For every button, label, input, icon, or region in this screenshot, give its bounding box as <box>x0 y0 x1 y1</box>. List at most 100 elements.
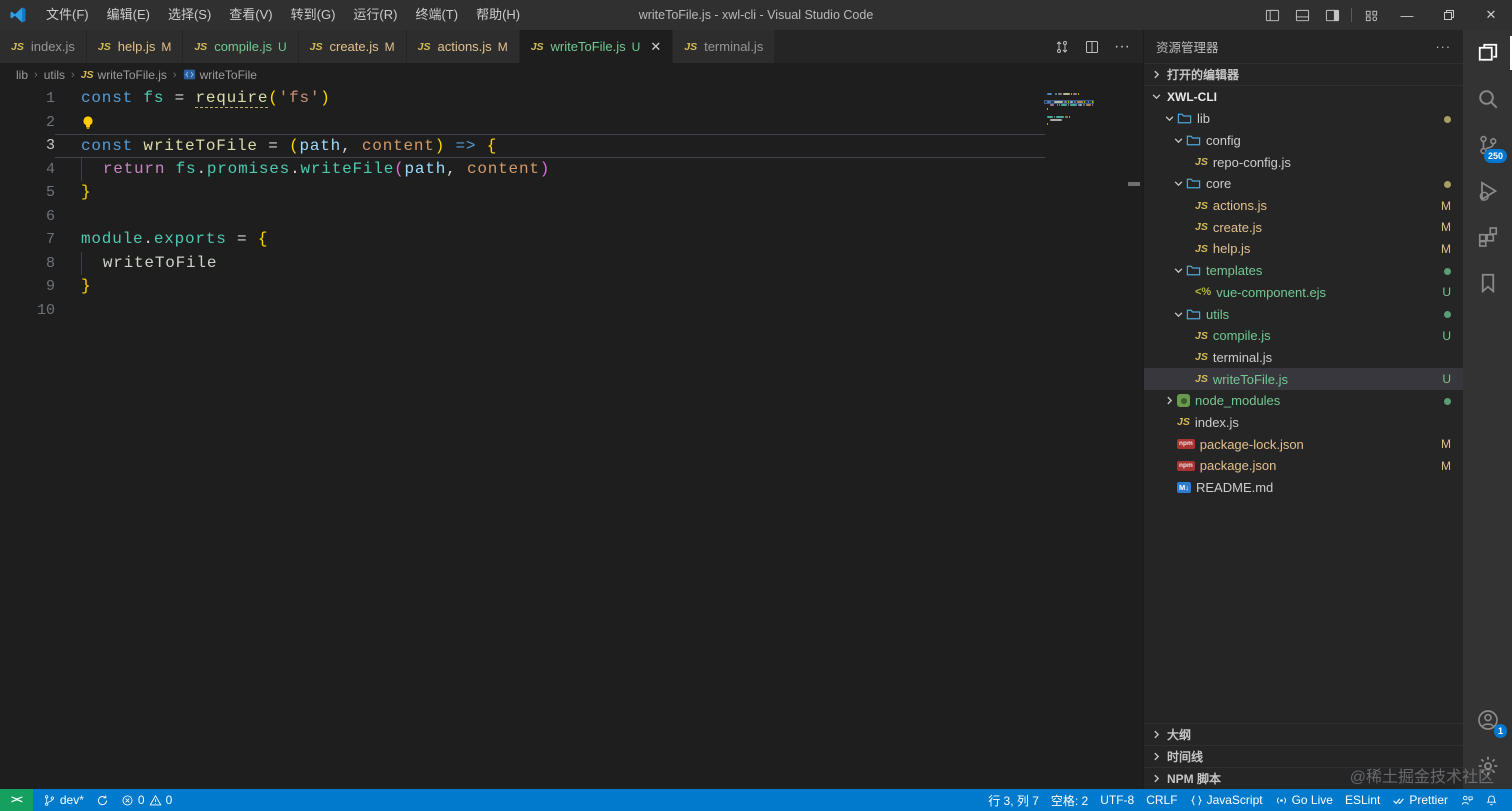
menu-item[interactable]: 文件(F) <box>37 0 98 30</box>
editor-tab[interactable]: JS terminal.js <box>673 30 776 63</box>
tree-item-label: README.md <box>1196 480 1274 496</box>
minimap-segment <box>1068 100 1069 103</box>
editor-tab[interactable]: JS compile.js U <box>183 30 299 63</box>
editor-tab[interactable]: JS help.js M <box>86 30 184 63</box>
search-icon[interactable] <box>1463 76 1512 122</box>
javascript-file-icon: JS <box>309 40 323 53</box>
breadcrumb-folder[interactable]: lib <box>16 68 28 82</box>
code-line[interactable]: 6 <box>0 205 1143 229</box>
minimize-button[interactable]: — <box>1386 0 1428 30</box>
menu-item[interactable]: 转到(G) <box>282 0 345 30</box>
code-line[interactable]: 4 return fs.promises.writeFile(path, con… <box>0 157 1143 181</box>
editor-tab[interactable]: JS create.js M <box>298 30 407 63</box>
section-大纲[interactable]: 大纲 <box>1144 723 1463 745</box>
status-error-icon[interactable]: 00 <box>115 789 178 811</box>
remote-indicator[interactable]: >< <box>0 789 33 811</box>
project-root-row[interactable]: XWL-CLI <box>1144 85 1463 107</box>
status-feedback-icon[interactable] <box>1454 789 1479 811</box>
open-editors-section[interactable]: 打开的编辑器 <box>1144 63 1463 85</box>
extensions-icon[interactable] <box>1463 214 1512 260</box>
section-label: 时间线 <box>1167 750 1204 764</box>
code-line[interactable]: 1 const fs = require('fs') <box>0 87 1143 111</box>
customize-layout-icon[interactable] <box>1356 0 1386 30</box>
tree-row-helpjs[interactable]: JS help.js M <box>1144 238 1463 260</box>
tree-row-packagejson[interactable]: npm package.json M <box>1144 455 1463 477</box>
bookmarks-icon[interactable] <box>1463 260 1512 306</box>
settings-gear-icon[interactable] <box>1463 743 1512 789</box>
breadcrumb-folder[interactable]: utils <box>44 68 65 82</box>
status-branch-icon[interactable]: dev* <box>37 789 90 811</box>
editor-tab[interactable]: JS actions.js M <box>406 30 520 63</box>
account-icon[interactable]: 1 <box>1463 697 1512 743</box>
breadcrumb-file[interactable]: JS writeToFile.js <box>81 68 167 82</box>
code-token: , <box>446 159 467 178</box>
close-tab-icon[interactable]: ✕ <box>650 39 661 55</box>
editor-tab[interactable]: JS index.js <box>0 30 87 63</box>
status-golive[interactable]: Go Live <box>1269 789 1339 811</box>
status-javascript[interactable]: JavaScript <box>1184 789 1269 811</box>
close-button[interactable]: ✕ <box>1470 0 1512 30</box>
status-crlf[interactable]: CRLF <box>1140 789 1183 811</box>
menu-item[interactable]: 终端(T) <box>406 0 467 30</box>
tree-row-createjs[interactable]: JS create.js M <box>1144 216 1463 238</box>
layout-panel-icon[interactable] <box>1287 0 1317 30</box>
status-eslint[interactable]: ESLint <box>1339 789 1386 811</box>
status-bell-icon[interactable] <box>1479 789 1504 811</box>
section-时间线[interactable]: 时间线 <box>1144 745 1463 767</box>
code-line[interactable]: 5} <box>0 181 1143 205</box>
menu-item[interactable]: 选择(S) <box>159 0 220 30</box>
section-NPM 脚本[interactable]: NPM 脚本 <box>1144 767 1463 789</box>
more-actions-icon[interactable]: ··· <box>1109 34 1135 60</box>
tree-row-lib[interactable]: lib <box>1144 108 1463 130</box>
tree-row-vue-componentejs[interactable]: <% vue-component.ejs U <box>1144 282 1463 304</box>
code-line[interactable]: 10 <box>0 299 1143 323</box>
code-line[interactable]: 3 const writeToFile = (path, content) => … <box>0 134 1143 158</box>
run-debug-icon[interactable] <box>1463 168 1512 214</box>
layout-sidebar-right-icon[interactable] <box>1317 0 1347 30</box>
restore-button[interactable] <box>1428 0 1470 30</box>
explorer-icon[interactable] <box>1463 30 1512 76</box>
status-prettier[interactable]: Prettier <box>1386 789 1454 811</box>
split-editor-icon[interactable] <box>1079 34 1105 60</box>
code-line[interactable]: 2 <box>0 111 1143 135</box>
tree-row-READMEmd[interactable]: M↓ README.md <box>1144 477 1463 499</box>
tree-row-config[interactable]: config <box>1144 130 1463 152</box>
menu-item[interactable]: 查看(V) <box>220 0 281 30</box>
tree-row-compilejs[interactable]: JS compile.js U <box>1144 325 1463 347</box>
minimap-segment <box>1055 93 1058 95</box>
tree-row-package-lockjson[interactable]: npm package-lock.json M <box>1144 433 1463 455</box>
tree-row-terminaljs[interactable]: JS terminal.js <box>1144 347 1463 369</box>
tree-row-indexjs[interactable]: JS index.js <box>1144 412 1463 434</box>
lightbulb-icon[interactable] <box>81 115 96 130</box>
status-2[interactable]: 空格: 2 <box>1045 789 1094 811</box>
editor-tab[interactable]: JS writeToFile.js U ✕ <box>519 30 674 63</box>
minimap-segment <box>1079 104 1083 107</box>
breadcrumb-file-label: writeToFile.js <box>97 67 167 82</box>
status-sync-icon[interactable] <box>90 789 115 811</box>
menu-item[interactable]: 帮助(H) <box>467 0 529 30</box>
source-control-icon[interactable]: 250 <box>1463 122 1512 168</box>
menu-item[interactable]: 运行(R) <box>344 0 406 30</box>
tree-row-utils[interactable]: utils <box>1144 303 1463 325</box>
status-utf8[interactable]: UTF-8 <box>1094 789 1140 811</box>
menu-item[interactable]: 编辑(E) <box>98 0 159 30</box>
tree-row-core[interactable]: core <box>1144 173 1463 195</box>
tree-row-repo-configjs[interactable]: JS repo-config.js <box>1144 151 1463 173</box>
code-editor[interactable]: 1 const fs = require('fs') 2 3 const writeTo… <box>0 86 1143 789</box>
code-line[interactable]: 8 writeToFile <box>0 251 1143 275</box>
code-token: writeFile <box>300 159 395 178</box>
minimap[interactable] <box>1044 86 1094 789</box>
open-changes-icon[interactable] <box>1049 34 1075 60</box>
tree-row-actionsjs[interactable]: JS actions.js M <box>1144 195 1463 217</box>
minimap-segment <box>1069 104 1077 107</box>
layout-sidebar-left-icon[interactable] <box>1257 0 1287 30</box>
status-37[interactable]: 行 3, 列 7 <box>982 789 1045 811</box>
minimap-line <box>1045 104 1093 107</box>
tree-row-node_modules[interactable]: node_modules <box>1144 390 1463 412</box>
code-line[interactable]: 7 module.exports = { <box>0 228 1143 252</box>
code-line[interactable]: 9} <box>0 275 1143 299</box>
explorer-more-actions-icon[interactable]: ··· <box>1436 40 1452 54</box>
breadcrumb-symbol[interactable]: writeToFile <box>183 68 257 82</box>
tree-row-templates[interactable]: templates <box>1144 260 1463 282</box>
tree-row-writeToFilejs[interactable]: JS writeToFile.js U <box>1144 368 1463 390</box>
